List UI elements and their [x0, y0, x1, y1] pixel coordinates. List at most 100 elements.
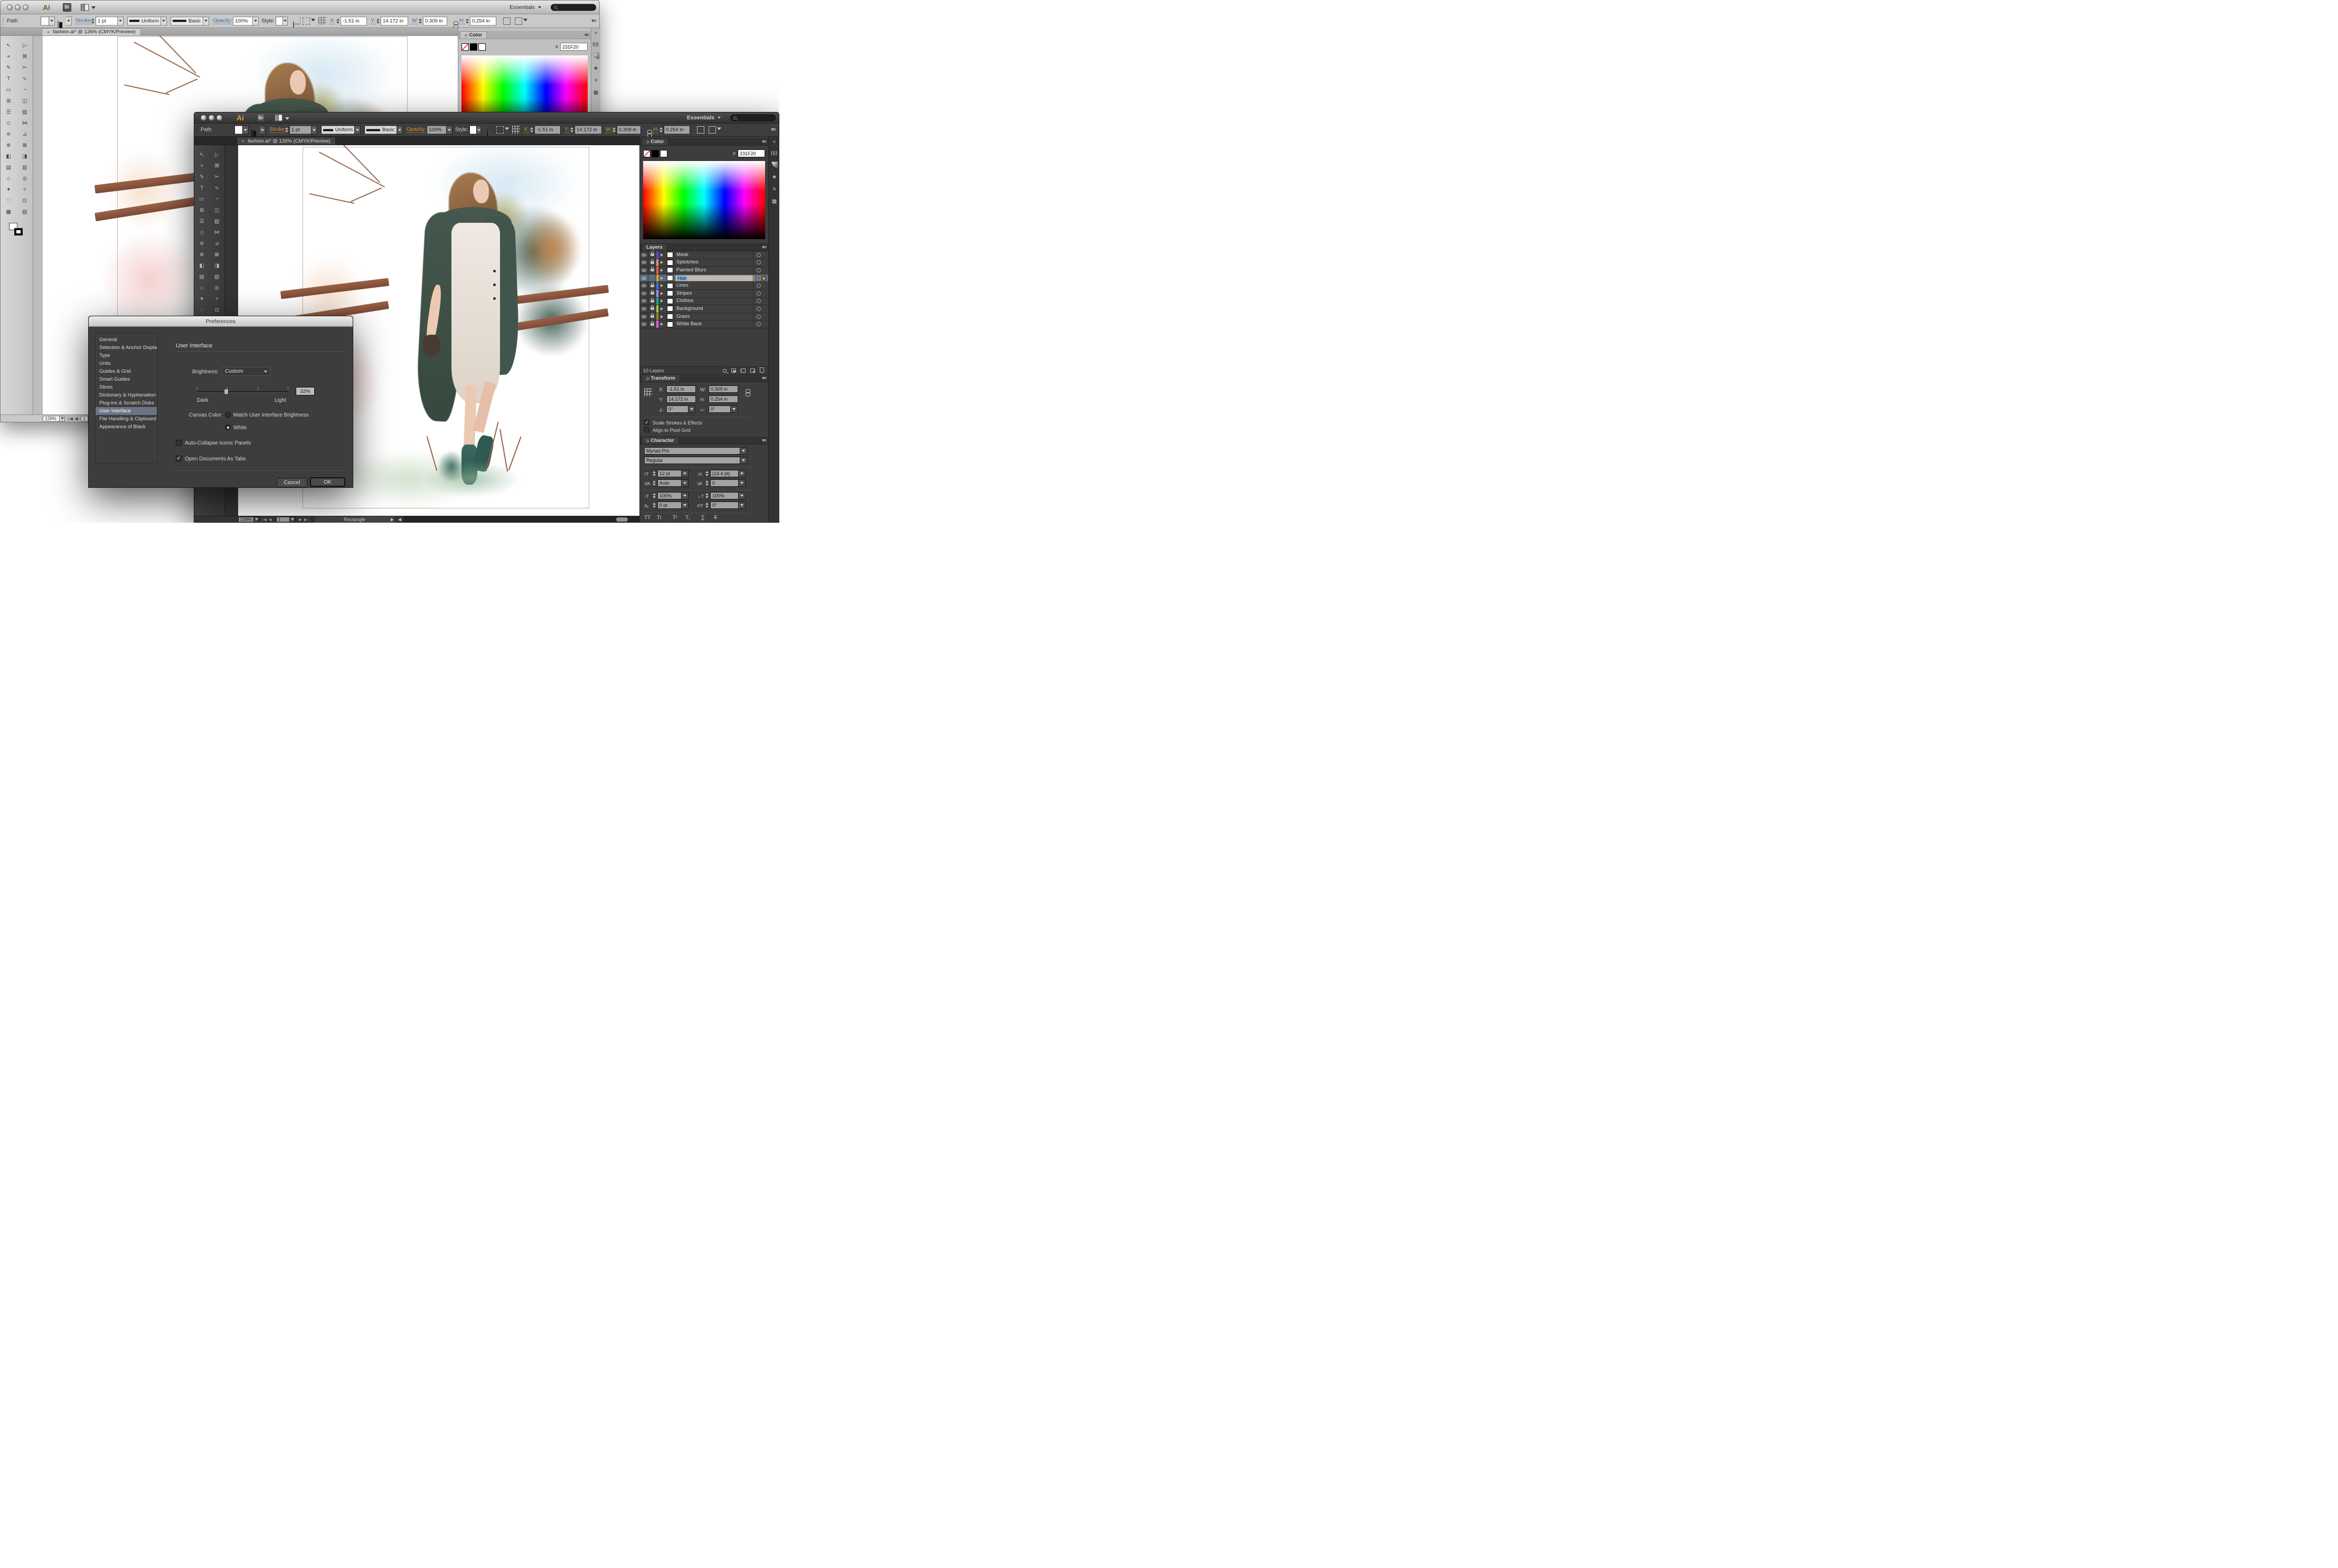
tool-icon[interactable]: ◧: [1, 151, 17, 162]
layer-name[interactable]: Background: [675, 306, 755, 312]
layers-panel-tab[interactable]: Layers: [642, 243, 667, 251]
y-field[interactable]: 14.172 in: [666, 395, 696, 403]
visibility-toggle[interactable]: [640, 320, 648, 328]
layer-name[interactable]: Splotches: [675, 259, 755, 266]
open-tabs-checkbox[interactable]: ✓: [176, 456, 182, 461]
style-caret[interactable]: [283, 16, 288, 25]
stroke-weight-field[interactable]: 1 pt: [96, 16, 118, 25]
symbols-icon[interactable]: ♣: [772, 174, 776, 180]
style-caret[interactable]: [477, 126, 482, 135]
tool-icon[interactable]: ◔: [210, 194, 225, 205]
w-stepper[interactable]: [419, 18, 422, 24]
tool-icon[interactable]: ∿: [210, 183, 225, 194]
layer-target-circle[interactable]: [757, 253, 761, 257]
tool-icon[interactable]: ✂: [17, 62, 33, 73]
rotate-caret[interactable]: [689, 405, 695, 413]
none-swatch[interactable]: [643, 150, 651, 157]
tool-icon[interactable]: ⊡: [210, 305, 225, 316]
disclosure-triangle[interactable]: [658, 292, 665, 295]
swatches-icon[interactable]: [593, 42, 599, 46]
y-field[interactable]: 14.172 in: [381, 16, 408, 25]
tool-icon[interactable]: ▦: [1, 206, 17, 218]
auto-collapse-checkbox[interactable]: [176, 440, 182, 446]
rotate-field[interactable]: 0°: [666, 405, 689, 413]
arrange-documents-icon[interactable]: [275, 115, 282, 121]
tool-icon[interactable]: ∿: [17, 73, 33, 84]
type-case-button[interactable]: Tt: [657, 515, 662, 521]
layer-target-circle[interactable]: [757, 260, 761, 265]
zoom-caret[interactable]: [254, 516, 259, 522]
shear-caret[interactable]: [731, 405, 738, 413]
layer-row[interactable]: White Back: [640, 320, 768, 328]
color-panel-tab[interactable]: ◇Color: [460, 31, 487, 39]
char-rotation-caret[interactable]: [739, 502, 746, 509]
tool-icon[interactable]: ≋: [1, 129, 17, 140]
tool-icon[interactable]: ⊡: [17, 195, 33, 206]
layer-row[interactable]: Clothes: [640, 298, 768, 306]
artboard-nav-last[interactable]: ▶ ▶|: [299, 517, 309, 522]
tool-icon[interactable]: ⊿: [17, 129, 33, 140]
layer-thumbnail[interactable]: [667, 314, 673, 319]
layer-thumbnail[interactable]: [667, 275, 673, 281]
fill-swatch[interactable]: [234, 126, 243, 135]
black-swatch[interactable]: [652, 150, 659, 157]
tool-icon[interactable]: ✦: [194, 294, 210, 305]
fill-stroke-indicator[interactable]: [9, 223, 25, 237]
close-button[interactable]: [201, 115, 206, 121]
search-input[interactable]: [551, 4, 596, 11]
tool-icon[interactable]: ↖: [194, 149, 210, 160]
color-panel-tab[interactable]: ◇Color: [642, 138, 668, 145]
tool-icon[interactable]: ⋈: [210, 227, 225, 238]
layer-target-circle[interactable]: [757, 276, 761, 280]
reference-point-grid[interactable]: [318, 17, 326, 25]
layer-row[interactable]: Painted Blurs: [640, 267, 768, 275]
opacity-field[interactable]: 100%: [233, 16, 253, 25]
font-family-select[interactable]: Myriad Pro: [644, 447, 740, 455]
disclosure-triangle[interactable]: [658, 307, 665, 310]
layer-row[interactable]: Background: [640, 305, 768, 313]
tool-icon[interactable]: ☰: [194, 216, 210, 227]
tool-icon[interactable]: ▤: [1, 162, 17, 173]
white-swatch[interactable]: [660, 150, 667, 157]
visibility-toggle[interactable]: [640, 298, 648, 305]
disclosure-triangle[interactable]: [658, 323, 665, 326]
black-swatch[interactable]: [470, 43, 477, 51]
stroke-panel-link[interactable]: Stroke:: [269, 127, 286, 133]
minimize-button[interactable]: [209, 115, 214, 121]
tool-icon[interactable]: ⊕: [1, 140, 17, 151]
fill-caret[interactable]: [243, 126, 249, 135]
stroke-caret[interactable]: [66, 16, 72, 25]
tool-icon[interactable]: ▥: [17, 162, 33, 173]
layer-name[interactable]: Clothes: [675, 298, 755, 304]
x-field[interactable]: -1.51 in: [534, 126, 561, 135]
artboard-nav-first[interactable]: |◀ ◀: [262, 517, 272, 522]
stroke-panel-icon[interactable]: ≡: [773, 186, 776, 192]
stroke-weight-stepper[interactable]: [285, 127, 288, 133]
tool-icon[interactable]: ▭: [1, 84, 17, 96]
visibility-toggle[interactable]: [640, 282, 648, 289]
arrange-documents-caret[interactable]: [285, 117, 289, 120]
tool-icon[interactable]: ⊠: [17, 140, 33, 151]
opacity-caret[interactable]: [253, 16, 259, 25]
arrange-documents-icon[interactable]: [81, 4, 89, 11]
tool-icon[interactable]: ▥: [210, 271, 225, 282]
type-case-button[interactable]: T: [714, 515, 717, 521]
font-size-stepper[interactable]: [653, 471, 656, 476]
brightness-slider[interactable]: [197, 391, 288, 393]
lock-toggle[interactable]: [648, 267, 656, 274]
lock-toggle[interactable]: [648, 313, 656, 320]
tool-icon[interactable]: ⌂: [1, 173, 17, 184]
y-field[interactable]: 14.172 in: [574, 126, 602, 135]
search-input[interactable]: [730, 115, 776, 121]
x-stepper[interactable]: [336, 18, 340, 24]
width-profile-select[interactable]: Uniform: [127, 16, 161, 25]
layer-thumbnail[interactable]: [667, 306, 673, 311]
new-layer-icon[interactable]: [750, 369, 755, 373]
w-field[interactable]: 0.309 in: [617, 126, 641, 135]
drag-handle[interactable]: [196, 126, 198, 134]
tracking-caret[interactable]: [739, 479, 746, 487]
x-stepper[interactable]: [530, 127, 533, 133]
layer-name[interactable]: White Back: [675, 321, 755, 327]
baseline-shift-caret[interactable]: [682, 502, 689, 509]
layer-name[interactable]: Lines: [675, 282, 755, 289]
